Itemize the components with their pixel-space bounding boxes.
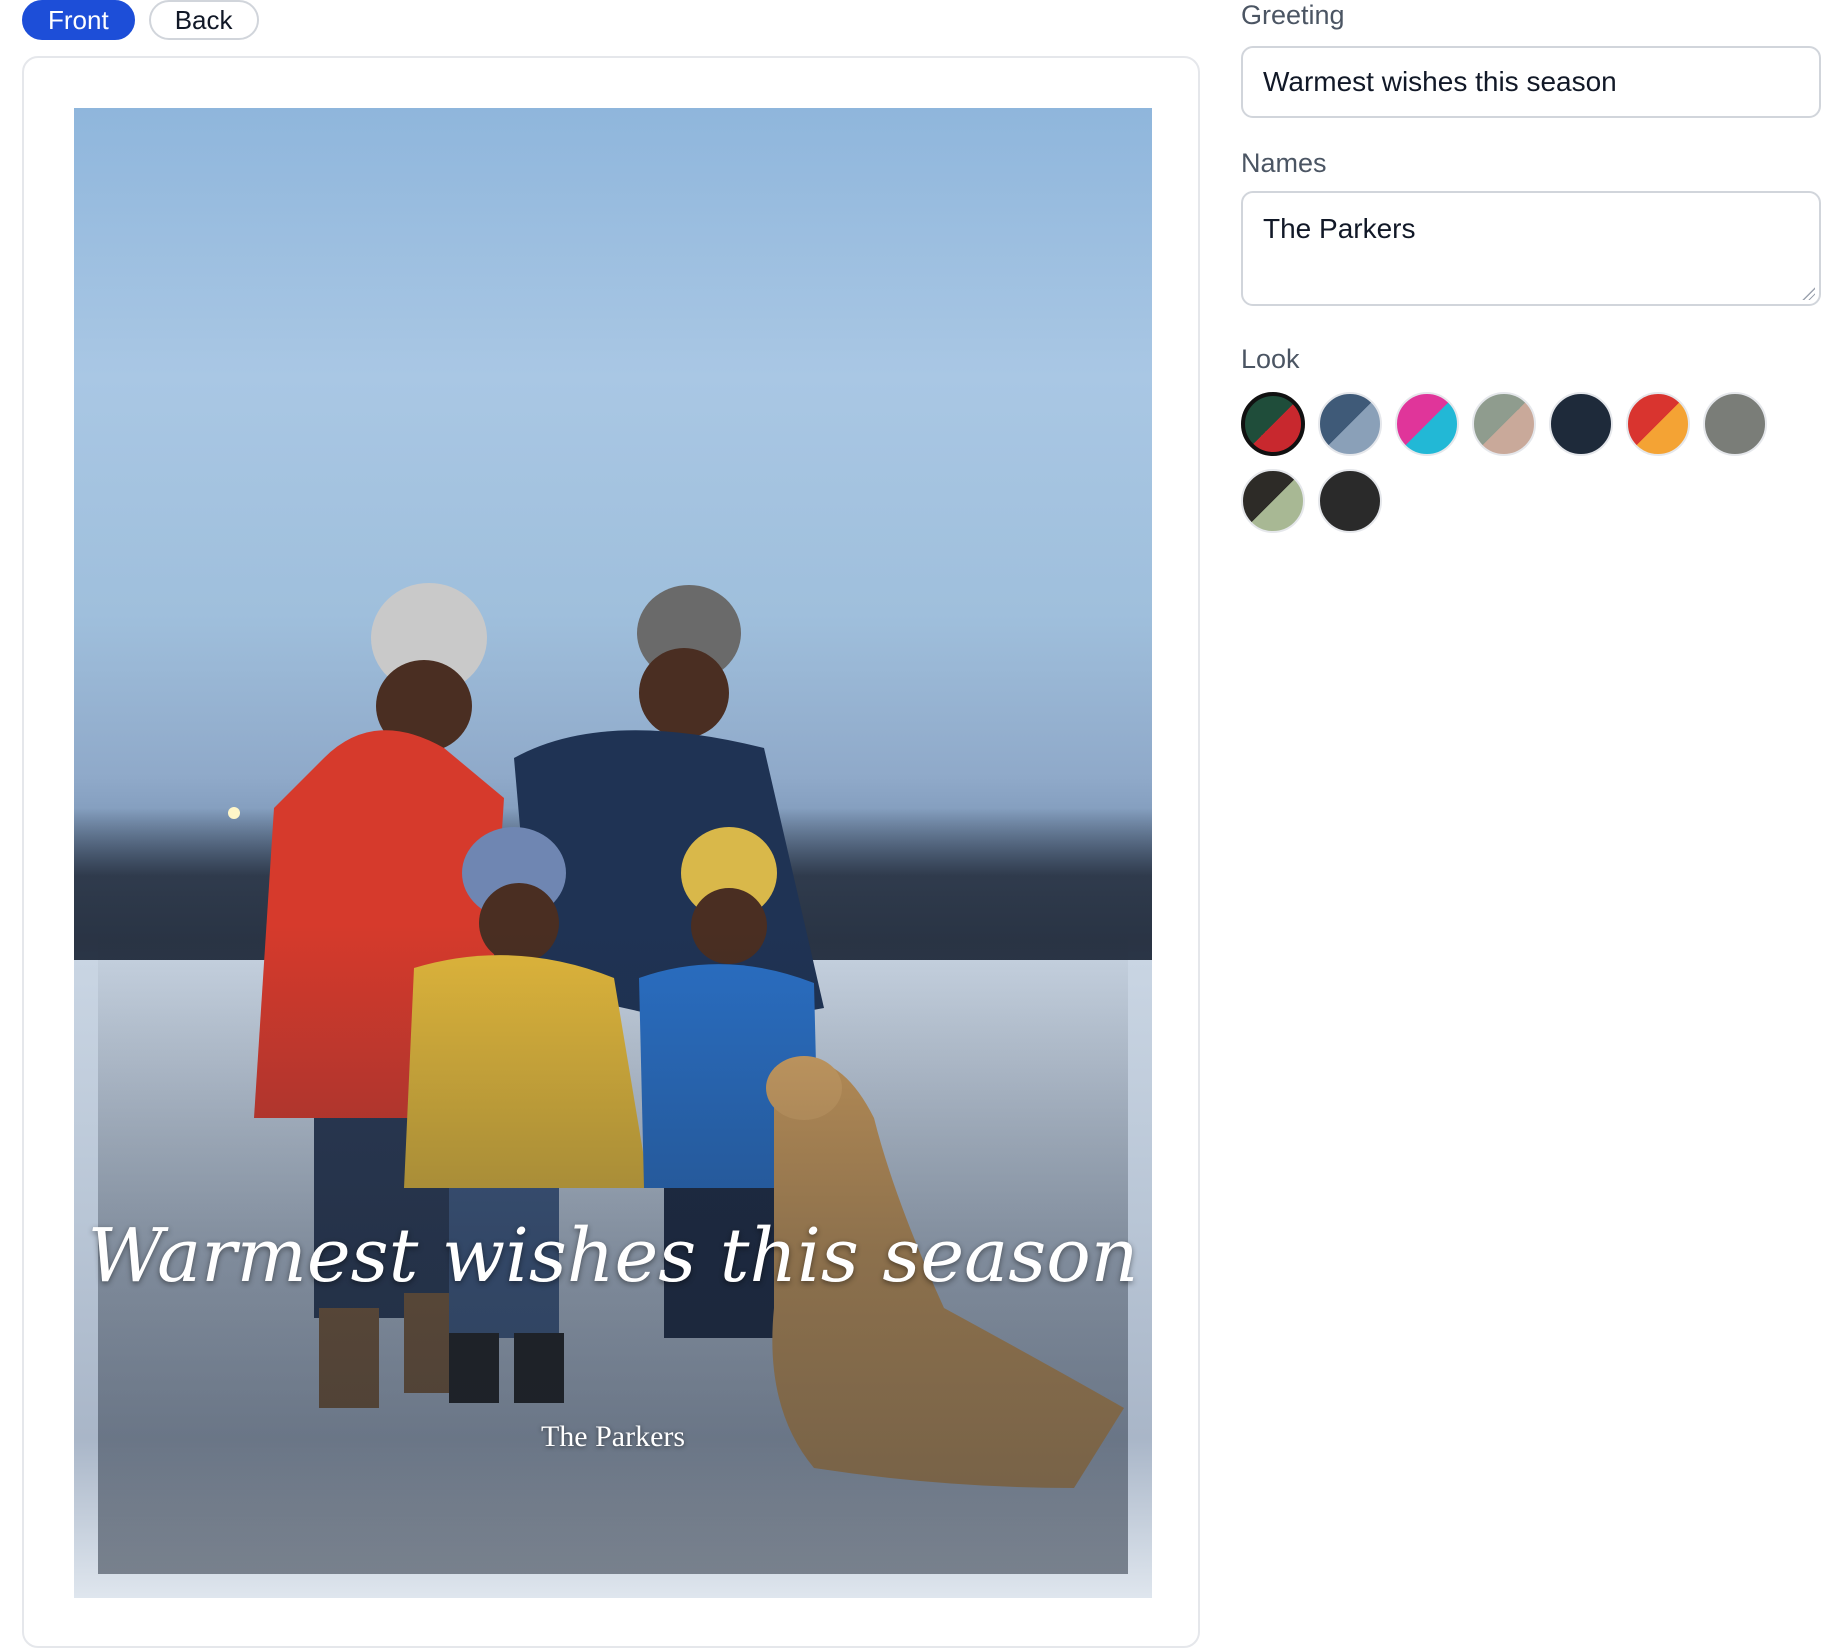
resize-grip-icon[interactable] xyxy=(1801,286,1815,300)
text-overlay xyxy=(98,130,1128,1574)
look-swatch-pink-cyan[interactable] xyxy=(1395,392,1459,456)
greeting-input[interactable]: Warmest wishes this season xyxy=(1241,46,1821,118)
card-names-text: The Parkers xyxy=(540,1420,686,1453)
look-swatches xyxy=(1241,392,1821,533)
look-swatch-charcoal-olive[interactable] xyxy=(1241,469,1305,533)
tab-front[interactable]: Front xyxy=(22,0,135,40)
names-textarea-value: The Parkers xyxy=(1263,213,1416,244)
greeting-label: Greeting xyxy=(1241,0,1345,30)
look-swatch-navy[interactable] xyxy=(1549,392,1613,456)
look-swatch-slate-blue[interactable] xyxy=(1318,392,1382,456)
card-greeting-text: Warmest wishes this season xyxy=(87,1213,1139,1299)
tab-back[interactable]: Back xyxy=(148,0,259,40)
card-front: Warmest wishes this season The Parkers xyxy=(74,108,1152,1598)
view-tabs: Front Back xyxy=(22,0,259,40)
look-swatch-red-orange[interactable] xyxy=(1626,392,1690,456)
names-label: Names xyxy=(1241,148,1327,178)
look-swatch-green-red[interactable] xyxy=(1241,392,1305,456)
card-preview-panel: Warmest wishes this season The Parkers xyxy=(22,56,1200,1648)
look-label: Look xyxy=(1241,344,1300,374)
look-swatch-gray[interactable] xyxy=(1703,392,1767,456)
names-textarea[interactable]: The Parkers xyxy=(1241,191,1821,306)
look-swatch-sage-blush[interactable] xyxy=(1472,392,1536,456)
look-swatch-black[interactable] xyxy=(1318,469,1382,533)
